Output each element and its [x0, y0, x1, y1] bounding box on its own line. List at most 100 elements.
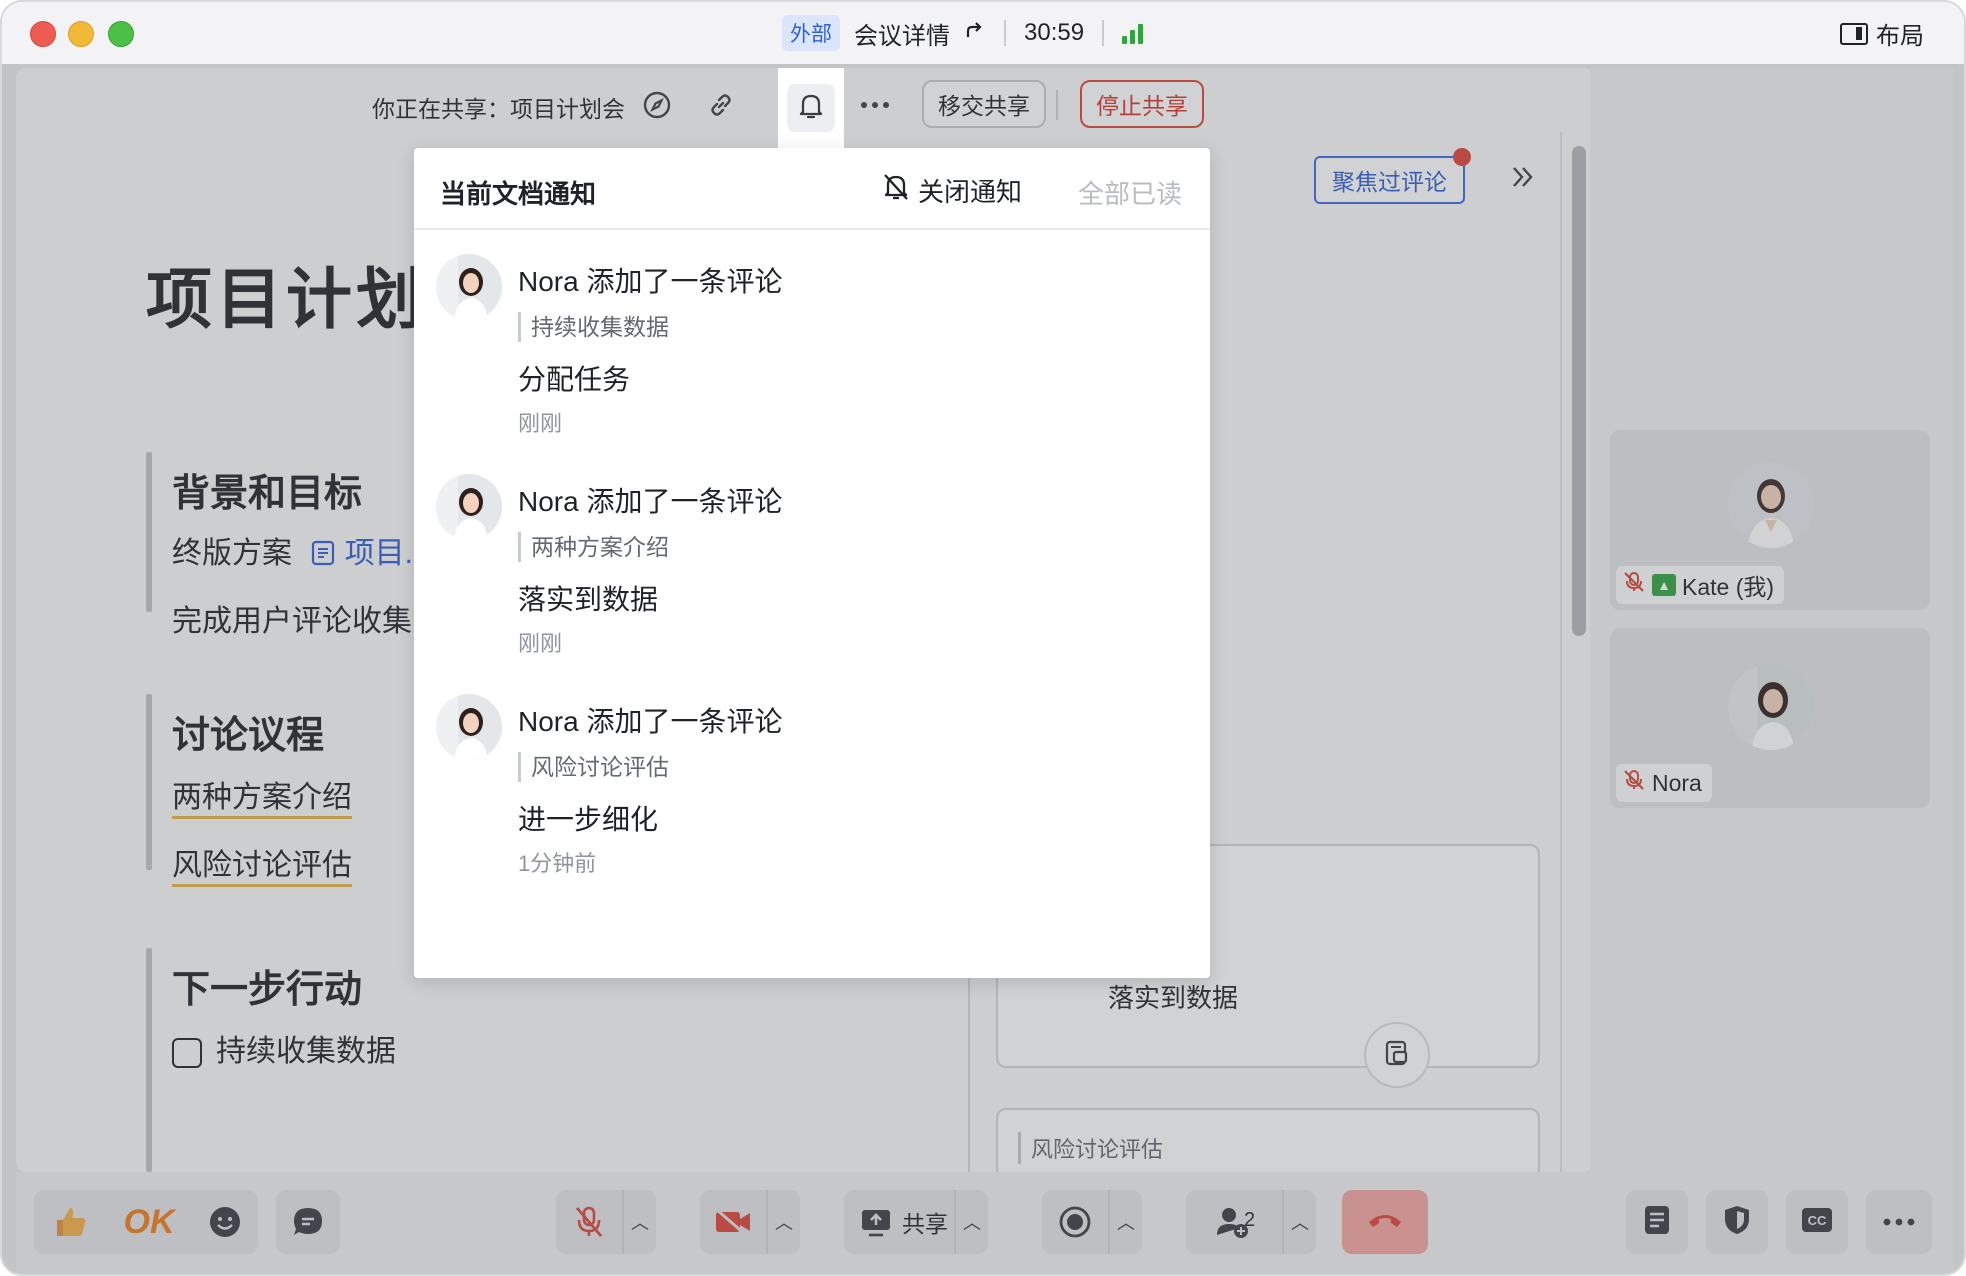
avatar: [436, 474, 502, 540]
share-options-caret-icon[interactable]: ︿: [954, 1190, 988, 1254]
camera-options-caret-icon[interactable]: ︿: [766, 1190, 800, 1254]
record-group: ︿: [1042, 1190, 1142, 1254]
title-bar: 外部 会议详情 30:59 布局: [2, 2, 1964, 64]
security-button[interactable]: [1706, 1190, 1768, 1254]
chat-icon: [291, 1205, 325, 1239]
focus-comments-label: 聚焦过评论: [1332, 169, 1447, 195]
bell-off-icon: [882, 172, 910, 209]
comment-list-icon: [1382, 1038, 1412, 1073]
mic-options-caret-icon[interactable]: ︿: [622, 1190, 656, 1254]
bell-icon: [797, 91, 825, 126]
doc-link[interactable]: 项目...: [300, 537, 430, 570]
meeting-timer: 30:59: [1024, 19, 1085, 46]
video-tile-nora[interactable]: Nora: [1610, 628, 1930, 808]
share-screen-button[interactable]: 共享: [844, 1205, 954, 1239]
notification-quote: 持续收集数据: [518, 312, 669, 342]
notification-quote: 两种方案介绍: [518, 532, 669, 562]
participants-options-caret-icon[interactable]: ︿: [1282, 1190, 1316, 1254]
avatar: [436, 694, 502, 760]
participant-count: 2: [1244, 1209, 1256, 1231]
comment-card[interactable]: 风险讨论评估: [996, 1108, 1540, 1172]
close-window-button[interactable]: [30, 21, 56, 47]
participant-name-tag: Nora: [1616, 764, 1712, 802]
notification-time: 1分钟前: [518, 851, 597, 876]
collapse-panel-icon[interactable]: [1508, 162, 1538, 201]
meeting-window: 外部 会议详情 30:59 布局 你正在共享：项目计划会 移交共享 停止共享 项…: [0, 0, 1966, 1276]
todo-checkbox[interactable]: [172, 1038, 202, 1069]
chat-button[interactable]: [276, 1190, 340, 1254]
comment-action-button[interactable]: [1364, 1022, 1430, 1088]
record-options-caret-icon[interactable]: ︿: [1108, 1190, 1142, 1254]
zoom-window-button[interactable]: [108, 21, 134, 47]
link-icon[interactable]: [702, 86, 740, 124]
mic-off-icon[interactable]: [556, 1205, 622, 1239]
mic-muted-icon: [1622, 570, 1646, 600]
unread-dot: [1453, 148, 1471, 166]
participant-name: Kate (我): [1682, 574, 1775, 600]
transfer-share-button[interactable]: 移交共享: [922, 80, 1046, 128]
participant-panel: ▲ Kate (我) Nora: [1590, 68, 1954, 1172]
share-arrow-icon[interactable]: [964, 19, 986, 48]
minimize-window-button[interactable]: [68, 21, 94, 47]
doc-line: 持续收集数据: [172, 1026, 396, 1070]
layout-label: 布局: [1876, 23, 1924, 50]
comment-quote: 风险讨论评估: [1018, 1132, 1163, 1164]
scrollbar[interactable]: [1572, 146, 1586, 636]
notification-title: Nora 添加了一条评论: [518, 706, 783, 737]
participant-name-tag: ▲ Kate (我): [1616, 566, 1785, 604]
commented-text[interactable]: 风险讨论评估: [172, 849, 352, 887]
video-tile-kate[interactable]: ▲ Kate (我): [1610, 430, 1930, 610]
comment-panel-border: [1560, 132, 1562, 1172]
record-icon[interactable]: [1042, 1205, 1108, 1239]
commented-text[interactable]: 两种方案介绍: [172, 781, 352, 819]
notification-body: 分配任务: [518, 364, 631, 395]
ok-reaction[interactable]: OK: [124, 1203, 175, 1242]
layout-button[interactable]: 布局: [1840, 16, 1924, 51]
divider: [1004, 20, 1006, 46]
emoji-icon[interactable]: [208, 1205, 242, 1239]
sharing-screen-icon: ▲: [1652, 574, 1676, 596]
more-icon: [1883, 1213, 1915, 1231]
divider: [1056, 90, 1058, 120]
share-group: 共享 ︿: [844, 1190, 988, 1254]
meeting-controls: OK ︿ ︿ 共享 ︿ ︿ 2 ︿ CC: [16, 1172, 1954, 1274]
comment-text: 落实到数据: [1108, 983, 1239, 1013]
avatar: [1728, 462, 1814, 548]
meeting-details-link[interactable]: 会议详情: [854, 16, 950, 51]
compass-icon[interactable]: [638, 86, 676, 124]
notification-item[interactable]: Nora 添加了一条评论 两种方案介绍 落实到数据 刚刚: [436, 474, 1176, 674]
notification-body: 落实到数据: [518, 584, 659, 615]
camera-off-icon[interactable]: [700, 1207, 766, 1237]
document-title: 项目计划: [146, 262, 426, 336]
notification-title: Nora 添加了一条评论: [518, 266, 783, 297]
mute-notifications-button[interactable]: 关闭通知: [882, 172, 1022, 209]
notification-item[interactable]: Nora 添加了一条评论 风险讨论评估 进一步细化 1分钟前: [436, 694, 1176, 894]
focus-comments-button[interactable]: 聚焦过评论: [1314, 148, 1471, 204]
notes-button[interactable]: [1626, 1190, 1688, 1254]
mute-label: 关闭通知: [918, 177, 1023, 207]
captions-button[interactable]: CC: [1786, 1190, 1848, 1254]
signal-strength-icon[interactable]: [1122, 22, 1144, 44]
svg-text:CC: CC: [1808, 1213, 1827, 1228]
doc-icon: [300, 537, 344, 570]
more-icon[interactable]: [856, 86, 894, 124]
notification-title: Nora 添加了一条评论: [518, 486, 783, 517]
section-heading: 背景和目标: [172, 473, 363, 515]
sharing-status: 你正在共享：项目计划会: [372, 96, 625, 122]
share-label: 共享: [902, 1211, 948, 1237]
section-marker: [146, 694, 152, 870]
stop-share-button[interactable]: 停止共享: [1080, 80, 1204, 128]
external-tag: 外部: [782, 15, 840, 51]
participants-button[interactable]: 2: [1186, 1205, 1282, 1239]
notification-trigger[interactable]: [778, 68, 844, 148]
notification-item[interactable]: Nora 添加了一条评论 持续收集数据 分配任务 刚刚: [436, 254, 1176, 454]
avatar: [436, 254, 502, 320]
more-options-button[interactable]: [1866, 1190, 1932, 1254]
mic-muted-icon: [1622, 768, 1646, 798]
notes-icon: [1643, 1204, 1671, 1241]
section-marker: [146, 452, 152, 612]
leave-meeting-button[interactable]: [1342, 1190, 1428, 1254]
participants-group: 2 ︿: [1186, 1190, 1316, 1254]
thumbs-up-icon[interactable]: [51, 1202, 91, 1242]
mark-all-read-button[interactable]: 全部已读: [1078, 174, 1182, 211]
